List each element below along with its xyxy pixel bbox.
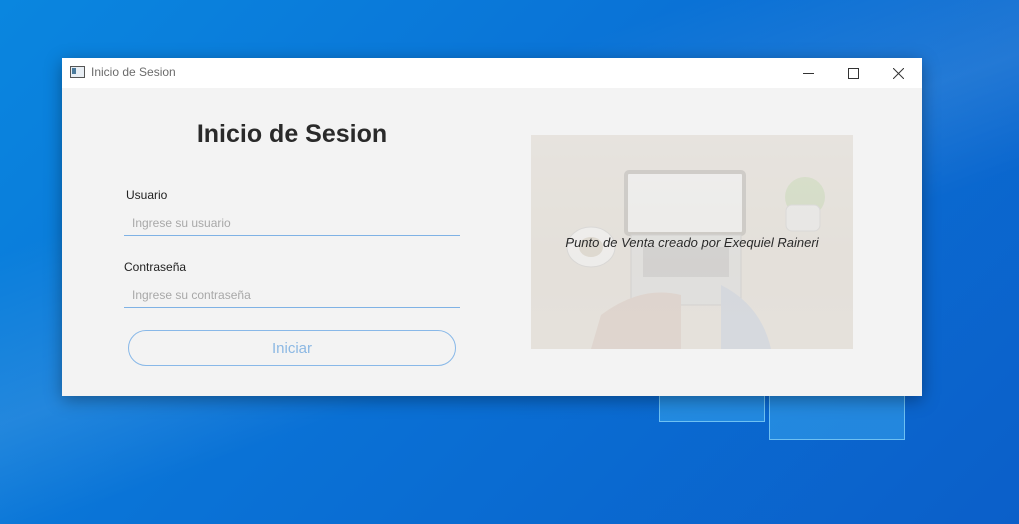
maximize-icon — [848, 67, 859, 79]
login-button[interactable]: Iniciar — [128, 330, 456, 366]
username-label: Usuario — [126, 188, 168, 202]
close-icon — [893, 67, 904, 79]
maximize-button[interactable] — [831, 58, 876, 88]
minimize-icon — [803, 72, 814, 74]
minimize-button[interactable] — [786, 58, 831, 88]
app-window-icon — [70, 66, 85, 78]
login-window: Inicio de Sesion Inicio de Sesion Usuari… — [62, 58, 922, 396]
promo-caption: Punto de Venta creado por Exequiel Raine… — [565, 235, 819, 250]
title-bar[interactable]: Inicio de Sesion — [62, 58, 922, 88]
windows-logo-pane — [659, 392, 765, 422]
username-input[interactable] — [124, 210, 460, 236]
promo-image: Punto de Venta creado por Exequiel Raine… — [531, 135, 853, 349]
password-input[interactable] — [124, 282, 460, 308]
window-title: Inicio de Sesion — [91, 65, 176, 79]
windows-logo-pane — [769, 392, 905, 440]
password-label: Contraseña — [124, 260, 187, 274]
close-button[interactable] — [876, 58, 921, 88]
form-heading: Inicio de Sesion — [196, 120, 388, 148]
